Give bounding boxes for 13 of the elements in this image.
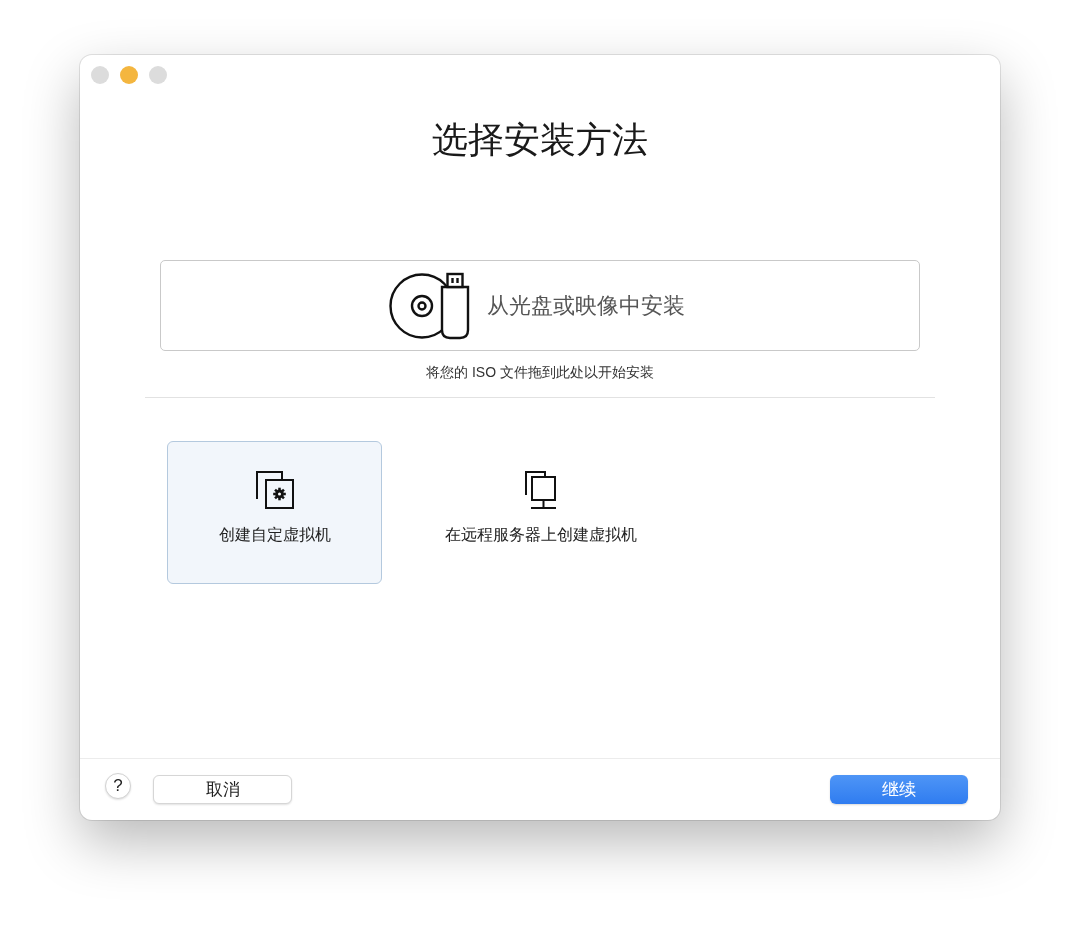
- install-option-card[interactable]: 创建自定虚拟机: [167, 441, 382, 584]
- close-button[interactable]: [91, 66, 109, 84]
- install-drop-area[interactable]: 从光盘或映像中安装: [160, 260, 920, 351]
- disc-and-usb-icon: [389, 271, 471, 340]
- cancel-button[interactable]: 取消: [153, 775, 292, 804]
- monitor-icon: [523, 470, 558, 510]
- install-option-card[interactable]: 在远程服务器上创建虚拟机: [433, 441, 648, 584]
- dialog-heading: 选择安装方法: [432, 118, 648, 162]
- drop-hint-text: 将您的 ISO 文件拖到此处以开始安装: [426, 363, 654, 382]
- help-button[interactable]: ?: [105, 772, 131, 799]
- window-gear-icon: [254, 470, 295, 510]
- minimize-button[interactable]: [120, 66, 138, 84]
- zoom-button[interactable]: [149, 66, 167, 84]
